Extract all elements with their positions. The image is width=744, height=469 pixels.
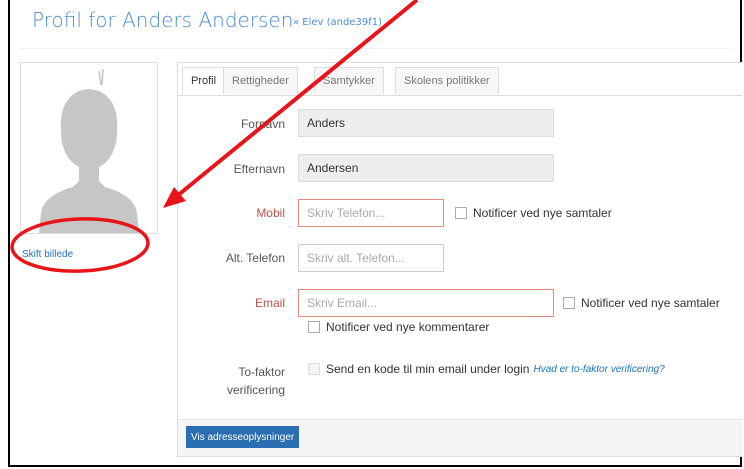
checkbox-icon [455, 207, 467, 219]
avatar-placeholder-icon [39, 68, 139, 233]
checkbox-icon [563, 297, 575, 309]
page-title: Profil for Anders Andersen [32, 8, 294, 32]
first-name-field[interactable] [298, 109, 554, 137]
checkbox-icon [308, 321, 320, 333]
email-notify-comments-checkbox[interactable]: Notificer ved nye kommentarer [308, 320, 489, 334]
profile-panel: Profil Rettigheder Samtykker Skolens pol… [177, 62, 742, 457]
tab-bar: Profil Rettigheder Samtykker Skolens pol… [178, 63, 742, 96]
mobile-input[interactable] [298, 199, 444, 227]
panel-footer: Vis adresseoplysninger [178, 419, 742, 456]
alt-phone-label: Alt. Telefon [225, 251, 285, 265]
last-name-field[interactable] [298, 154, 554, 182]
last-name-label: Efternavn [233, 162, 285, 176]
mobile-notify-checkbox[interactable]: Notificer ved nye samtaler [455, 206, 612, 220]
two-factor-help-link[interactable]: Hvad er to-faktor verificering? [533, 364, 664, 375]
tab-samtykker[interactable]: Samtykker [314, 67, 384, 94]
email-notify-conversations-label: Notificer ved nye samtaler [581, 296, 720, 310]
profile-photo [20, 62, 158, 234]
two-factor-option-label: Send en kode til min email under login [326, 362, 530, 376]
tab-skolens-politikker[interactable]: Skolens politikker [395, 67, 499, 94]
tab-rettigheder[interactable]: Rettigheder [223, 67, 298, 94]
alt-phone-input[interactable] [298, 244, 444, 272]
first-name-label: Fornavn [240, 117, 285, 131]
page-subtitle: » Elev (ande39f1) [293, 17, 383, 28]
mobile-notify-label: Notificer ved nye samtaler [473, 206, 612, 220]
header-divider [20, 48, 730, 49]
change-photo-link[interactable]: Skift billede [22, 249, 73, 260]
email-notify-conversations-checkbox[interactable]: Notificer ved nye samtaler [563, 296, 720, 310]
tab-profil[interactable]: Profil [182, 67, 226, 95]
email-label: Email [254, 296, 285, 310]
email-input[interactable] [298, 289, 554, 317]
two-factor-label: To-faktor [238, 365, 285, 379]
mobile-label: Mobil [256, 206, 285, 220]
show-address-button[interactable]: Vis adresseoplysninger [186, 426, 300, 448]
checkbox-icon [308, 363, 320, 375]
two-factor-checkbox[interactable]: Send en kode til min email under login H… [308, 362, 665, 376]
two-factor-label-line2: verificering [226, 383, 285, 397]
email-notify-comments-label: Notificer ved nye kommentarer [326, 320, 490, 334]
